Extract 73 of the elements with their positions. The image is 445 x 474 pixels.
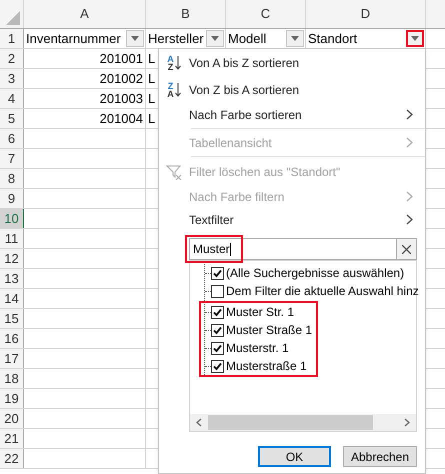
row-header[interactable]: 13 xyxy=(0,269,24,288)
filter-dropdown-button[interactable] xyxy=(206,30,224,47)
table-cell-text: 201004 xyxy=(100,110,143,128)
value-label[interactable]: Musterstraße 1 xyxy=(226,357,307,375)
column-header[interactable]: A xyxy=(24,0,146,28)
row-header[interactable]: 1 xyxy=(0,29,24,48)
filter-dropdown-button[interactable] xyxy=(286,30,304,47)
table-cell-text: L xyxy=(148,110,156,128)
dialog-button[interactable]: Abbrechen xyxy=(343,446,417,467)
table-cell-text: 201001 xyxy=(100,50,143,68)
menu-item[interactable]: Textfilter xyxy=(159,208,425,231)
menu-item[interactable]: Nach Farbe sortieren xyxy=(159,103,425,126)
filter-dropdown-button[interactable] xyxy=(406,30,424,47)
row-header[interactable]: 11 xyxy=(0,229,24,248)
horizontal-scrollbar[interactable] xyxy=(190,414,416,431)
row-header[interactable]: 17 xyxy=(0,349,24,368)
row-header[interactable]: 5 xyxy=(0,109,24,128)
table-cell-text: 201002 xyxy=(100,70,143,88)
checkbox[interactable] xyxy=(211,284,224,298)
row-header[interactable]: 7 xyxy=(0,149,24,168)
caret-icon xyxy=(291,36,299,41)
filter-clear-icon xyxy=(166,164,182,180)
table-cell-text: Hersteller xyxy=(148,30,204,48)
dialog-button[interactable]: OK xyxy=(258,446,331,467)
chevron-right-icon xyxy=(406,191,413,202)
value-label[interactable]: Musterstr. 1 xyxy=(226,339,289,357)
row-header[interactable]: 22 xyxy=(0,449,24,468)
column-header[interactable]: C xyxy=(226,0,306,28)
row-header[interactable]: 15 xyxy=(0,309,24,328)
close-icon xyxy=(402,244,411,254)
column-header[interactable]: B xyxy=(146,0,226,28)
menu-item[interactable]: Z A Von Z bis A sortieren xyxy=(159,76,425,103)
value-label[interactable]: Muster Str. 1 xyxy=(226,303,294,321)
row-header[interactable]: 20 xyxy=(0,409,24,428)
checkbox[interactable] xyxy=(211,342,224,354)
value-label[interactable]: Dem Filter die aktuelle Auswahl hinz xyxy=(226,282,419,300)
row-header[interactable]: 16 xyxy=(0,329,24,348)
row-header[interactable]: 18 xyxy=(0,369,24,388)
row-header[interactable]: 10 xyxy=(0,209,24,228)
menu-item[interactable]: A Z Von A bis Z sortieren xyxy=(159,49,425,76)
row-header[interactable]: 8 xyxy=(0,169,24,188)
table-cell-text: Inventarnummer xyxy=(26,30,121,48)
value-label[interactable]: (Alle Suchergebnisse auswählen) xyxy=(226,264,404,282)
row-header[interactable]: 9 xyxy=(0,189,24,208)
filter-dropdown-button[interactable] xyxy=(126,30,144,47)
row-header[interactable]: 14 xyxy=(0,289,24,308)
row-header[interactable]: 4 xyxy=(0,89,24,108)
chevron-right-icon xyxy=(406,214,413,225)
column-header[interactable]: D xyxy=(306,0,426,28)
caret-icon xyxy=(131,36,139,41)
row-header[interactable]: 6 xyxy=(0,129,24,148)
chevron-right-icon xyxy=(406,109,413,120)
value-label[interactable]: Muster Straße 1 xyxy=(226,321,312,339)
table-cell-text: L xyxy=(148,90,156,108)
checkbox[interactable] xyxy=(211,306,224,318)
table-cell-text: L xyxy=(148,50,156,68)
chevron-right-icon xyxy=(406,137,413,148)
row-header[interactable]: 19 xyxy=(0,389,24,408)
table-cell-text: 201003 xyxy=(100,90,143,108)
caret-icon xyxy=(211,36,219,41)
table-cell-text: L xyxy=(148,70,156,88)
clear-search-button[interactable] xyxy=(396,239,416,259)
checkbox[interactable] xyxy=(211,324,224,336)
row-header[interactable]: 21 xyxy=(0,429,24,448)
table-cell-text: Modell xyxy=(228,30,266,48)
search-field[interactable]: Muster xyxy=(189,238,417,260)
caret-icon xyxy=(411,36,419,41)
checkbox[interactable] xyxy=(211,360,224,372)
row-header[interactable]: 2 xyxy=(0,49,24,68)
table-cell-text: Standort xyxy=(308,30,358,48)
row-header[interactable]: 12 xyxy=(0,249,24,268)
checkbox[interactable] xyxy=(211,266,224,280)
row-header[interactable]: 3 xyxy=(0,69,24,88)
